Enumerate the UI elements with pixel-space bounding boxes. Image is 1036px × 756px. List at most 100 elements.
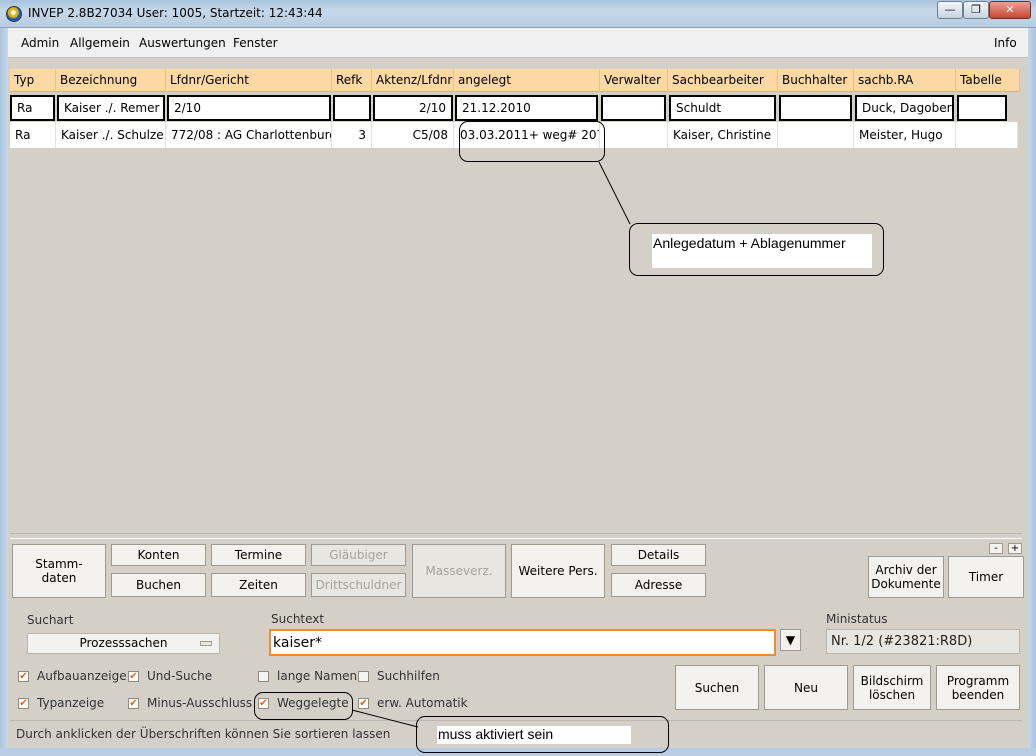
column-header-verwalter[interactable]: Verwalter [600,69,668,92]
checkbox-label: Minus-Ausschluss [147,696,253,710]
highlight-angelegt-cell [459,121,605,162]
checkbox-checked-icon[interactable]: ✔ [358,697,369,709]
callout-muss-aktiviert: muss aktiviert sein [416,716,669,753]
table-cell[interactable]: 21.12.2010 [455,95,598,121]
collapse-panel-button[interactable]: - [989,543,1003,554]
glaeubiger-button[interactable]: Gläubiger [311,544,406,566]
expand-panel-button[interactable]: + [1008,543,1022,554]
minus-ausschluss-checkbox[interactable]: ✔ Minus-Ausschluss [128,696,252,710]
table-cell[interactable] [956,122,1018,148]
table-cell[interactable] [778,122,854,148]
table-cell[interactable]: 772/08 : AG Charlottenburg [166,122,332,148]
panel-divider[interactable] [10,533,1022,539]
table-cell[interactable]: Ra [10,95,55,121]
drittschuldner-button[interactable]: Drittschuldner [311,573,406,597]
menu-info[interactable]: Info [994,36,1017,50]
timer-button[interactable]: Timer [948,556,1024,598]
table-cell[interactable]: Duck, Dagobert [855,95,954,121]
programm-beenden-button[interactable]: Programm beenden [936,665,1020,710]
table-cell[interactable]: Kaiser ./. Schulze [56,122,166,148]
table-cell[interactable] [600,122,668,148]
menu-bar: Admin Allgemein Auswertungen Fenster Inf… [8,28,1028,58]
table-cell[interactable]: 2/10 [373,95,453,121]
stammdaten-button[interactable]: Stamm- daten [12,544,106,598]
archiv-der-dokumente-button[interactable]: Archiv der Dokumente [868,556,944,598]
suchhilfen-checkbox[interactable]: Suchhilfen [358,669,440,683]
suchen-button[interactable]: Suchen [675,665,759,710]
highlight-weggelegte-checkbox [254,692,353,720]
table-cell[interactable]: 3 [332,122,372,148]
table-cell[interactable] [601,95,666,121]
table-cell[interactable]: Meister, Hugo [854,122,956,148]
checkbox-label: Und-Suche [147,669,213,683]
checkbox-checked-icon[interactable]: ✔ [18,670,29,682]
weitere-pers-button[interactable]: Weitere Pers. [511,544,605,598]
erw-automatik-checkbox[interactable]: ✔ erw. Automatik [358,696,468,710]
details-button[interactable]: Details [611,544,706,566]
table-cell[interactable]: C5/08 [372,122,454,148]
und-suche-checkbox[interactable]: ✔ Und-Suche [128,669,212,683]
buchen-button[interactable]: Buchen [111,573,206,597]
column-header-aktenz-lfdnr[interactable]: Aktenz/Lfdnr [372,69,454,92]
menu-admin[interactable]: Admin [21,36,59,50]
checkbox-checked-icon[interactable]: ✔ [128,670,139,682]
app-icon [6,6,22,22]
callout-muss-aktiviert-text: muss aktiviert sein [438,726,554,742]
table-cell[interactable]: Ra [10,122,56,148]
column-header-tabelle[interactable]: Tabelle [956,69,1020,92]
column-header-refk[interactable]: Refk [332,69,372,92]
checkbox-label: Aufbauanzeige [37,669,127,683]
column-header-sachbearbeiter[interactable]: Sachbearbeiter [668,69,778,92]
select-arrow-icon[interactable] [200,641,212,646]
neu-button[interactable]: Neu [764,665,848,710]
window-frame-left [0,28,8,756]
aufbauanzeige-checkbox[interactable]: ✔ Aufbauanzeige [18,669,127,683]
window-title: INVEP 2.8B27034 User: 1005, Startzeit: 1… [28,6,323,20]
search-history-dropdown-icon[interactable]: ▼ [780,629,801,651]
konten-button[interactable]: Konten [111,544,206,566]
window-frame-right [1028,28,1036,756]
table-row[interactable]: Ra Kaiser ./. Remer 2/10 2/10 21.12.2010… [10,95,1020,121]
bildschirm-loeschen-button[interactable]: Bildschirm löschen [853,665,931,710]
termine-button[interactable]: Termine [211,544,306,566]
table-cell[interactable] [957,95,1007,121]
title-bar: INVEP 2.8B27034 User: 1005, Startzeit: 1… [0,0,1036,28]
typanzeige-checkbox[interactable]: ✔ Typanzeige [18,696,104,710]
zeiten-button[interactable]: Zeiten [211,573,306,597]
column-header-angelegt[interactable]: angelegt [454,69,600,92]
checkbox-label: lange Namen [277,669,358,683]
ministatus-field: Nr. 1/2 (#23821:R8D) [826,629,1020,654]
ministatus-label: Ministatus [826,612,888,626]
table-cell[interactable]: Schuldt [669,95,776,121]
column-header-buchhalter[interactable]: Buchhalter [778,69,854,92]
table-cell[interactable]: Kaiser, Christine [668,122,778,148]
table-cell[interactable]: 2/10 [167,95,331,121]
minimize-button[interactable]: — [937,1,963,19]
checkbox-unchecked-icon[interactable] [358,670,369,682]
close-button[interactable]: ✕ [989,1,1031,19]
suchtext-input[interactable] [269,629,776,656]
suchart-select[interactable]: Prozesssachen [27,633,220,654]
masseverz-button[interactable]: Masseverz. [412,544,506,598]
maximize-button[interactable]: ❐ [963,1,989,19]
adresse-button[interactable]: Adresse [611,573,706,597]
suchtext-label: Suchtext [271,612,325,626]
menu-fenster[interactable]: Fenster [233,36,278,50]
callout-anlegedatum-text: Anlegedatum + Ablagenummer [653,235,846,251]
table-cell[interactable] [333,95,371,121]
lange-namen-checkbox[interactable]: lange Namen [258,669,357,683]
checkbox-checked-icon[interactable]: ✔ [128,697,139,709]
status-text: Durch anklicken der Überschriften können… [16,727,391,741]
column-header-typ[interactable]: Typ [10,69,56,92]
checkbox-unchecked-icon[interactable] [258,670,269,682]
checkbox-label: Typanzeige [37,696,105,710]
checkbox-checked-icon[interactable]: ✔ [18,697,29,709]
menu-auswertungen[interactable]: Auswertungen [139,36,226,50]
column-header-lfdnr-gericht[interactable]: Lfdnr/Gericht [166,69,332,92]
column-header-bezeichnung[interactable]: Bezeichnung [56,69,166,92]
menu-allgemein[interactable]: Allgemein [70,36,130,50]
suchart-label: Suchart [27,613,74,627]
table-cell[interactable]: Kaiser ./. Remer [57,95,165,121]
column-header-sachb-ra[interactable]: sachb.RA [854,69,956,92]
table-cell[interactable] [779,95,852,121]
